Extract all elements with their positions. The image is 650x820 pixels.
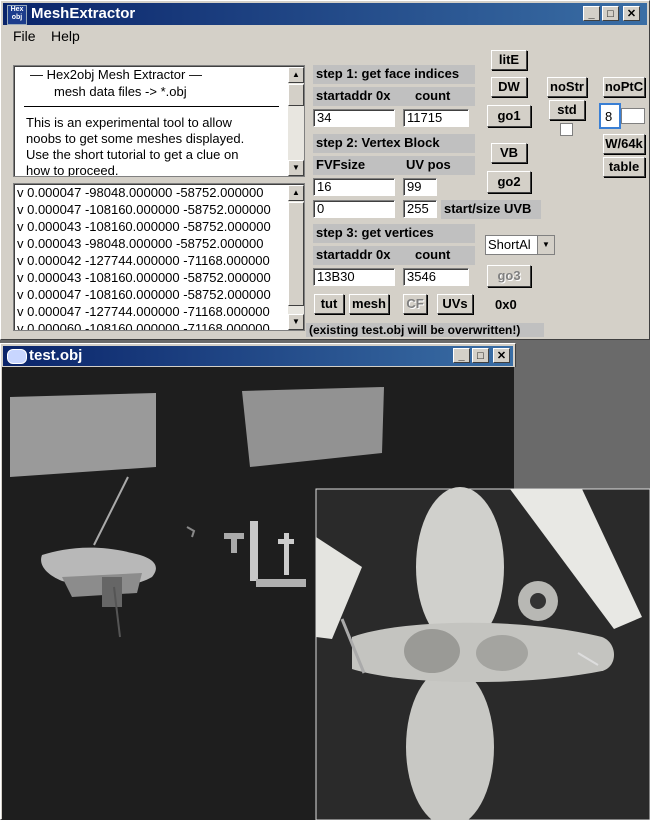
value-8-input[interactable]: 8	[599, 103, 621, 129]
go1-button[interactable]: go1	[487, 105, 531, 127]
minimize-icon[interactable]: _	[453, 348, 470, 363]
inset-view	[315, 487, 650, 820]
step1-col2-label: count	[409, 87, 475, 106]
vertex-listbox[interactable]: v 0.000047 -98048.000000 -58752.000000 v …	[13, 183, 305, 331]
menu-help[interactable]: Help	[51, 28, 80, 44]
uv-size-input[interactable]: 255	[403, 200, 437, 218]
menu-file[interactable]: File	[13, 28, 36, 44]
obj-file-icon	[7, 349, 27, 364]
hex-readout: 0x0	[495, 297, 517, 312]
tut-button[interactable]: tut	[314, 294, 344, 314]
menubar: File Help	[3, 25, 647, 45]
uvpos-input[interactable]: 99	[403, 178, 437, 196]
table-button[interactable]: table	[603, 157, 645, 177]
vertex-line: v 0.000043 -98048.000000 -58752.000000	[17, 236, 264, 251]
3d-viewport[interactable]	[2, 367, 650, 820]
info-line: how to proceed.	[26, 163, 119, 177]
close-icon[interactable]: ✕	[623, 6, 640, 21]
vertex-line: v 0.000047 -98048.000000 -58752.000000	[17, 185, 264, 200]
app-icon: Hex obj	[7, 5, 27, 25]
vertex-line: v 0.000042 -127744.000000 -71168.000000	[17, 253, 270, 268]
go3-button[interactable]: go3	[487, 265, 531, 287]
vertex-line: v 0.000047 -127744.000000 -71168.000000	[17, 304, 270, 319]
vertex-line: v 0.000060 -108160.000000 -71168.000000	[17, 321, 270, 330]
info-header2: mesh data files -> *.obj	[54, 84, 187, 99]
vertex-line: v 0.000047 -108160.000000 -58752.000000	[17, 202, 271, 217]
main-window: Hex obj MeshExtractor _ □ ✕ File Help — …	[0, 0, 650, 340]
info-header1: — Hex2obj Mesh Extractor —	[30, 67, 202, 82]
dropdown-arrow-icon[interactable]: ▼	[537, 236, 554, 254]
vertex-line: v 0.000043 -108160.000000 -58752.000000	[17, 219, 271, 234]
window-title: MeshExtractor	[31, 5, 136, 22]
vertex-startaddr-input[interactable]: 13B30	[313, 268, 395, 286]
scroll-down-icon[interactable]: ▼	[288, 160, 304, 176]
overwrite-warning: (existing test.obj will be overwritten!)	[306, 323, 544, 337]
scroll-up-icon[interactable]: ▲	[288, 185, 304, 201]
scroll-thumb[interactable]	[288, 84, 304, 106]
info-divider	[24, 106, 279, 107]
std-button[interactable]: std	[549, 100, 585, 120]
info-line: Use the short tutorial to get a clue on	[26, 147, 239, 162]
w64k-button[interactable]: W/64k	[603, 134, 645, 154]
floor-panel-left	[10, 393, 156, 477]
std-checkbox[interactable]	[560, 123, 573, 136]
dw-button[interactable]: DW	[491, 77, 527, 97]
maximize-icon[interactable]: □	[472, 348, 489, 363]
step3-col2-label: count	[409, 246, 475, 265]
step2-col2-label: UV pos	[403, 156, 475, 175]
vb-button[interactable]: VB	[491, 143, 527, 163]
scroll-down-icon[interactable]: ▼	[288, 314, 304, 330]
vertex-line: v 0.000043 -108160.000000 -58752.000000	[17, 270, 271, 285]
desktop-area	[514, 367, 650, 489]
minimize-icon[interactable]: _	[583, 6, 600, 21]
noptc-button[interactable]: noPtC	[603, 77, 645, 97]
info-line: noobs to get some meshes displayed.	[26, 131, 245, 146]
lite-button[interactable]: litE	[491, 50, 527, 70]
nostr-button[interactable]: noStr	[547, 77, 587, 97]
vertex-count-input[interactable]: 3546	[403, 268, 469, 286]
viewer-title: test.obj	[29, 347, 83, 364]
main-titlebar[interactable]: Hex obj MeshExtractor _ □ ✕	[3, 3, 647, 25]
vertex-scrollbar[interactable]: ▲ ▼	[288, 185, 304, 330]
face-startaddr-input[interactable]: 34	[313, 109, 395, 127]
uv-start-input[interactable]: 0	[313, 200, 395, 218]
info-line: This is an experimental tool to allow	[26, 115, 232, 130]
go2-button[interactable]: go2	[487, 171, 531, 193]
mesh-button[interactable]: mesh	[349, 294, 389, 314]
step1-title: step 1: get face indices	[313, 65, 475, 84]
fvfsize-input[interactable]: 16	[313, 178, 395, 196]
step3-title: step 3: get vertices	[313, 224, 475, 243]
maximize-icon[interactable]: □	[602, 6, 619, 21]
cf-button[interactable]: CF	[403, 294, 427, 314]
vertex-line: v 0.000047 -108160.000000 -58752.000000	[17, 287, 271, 302]
step2-title: step 2: Vertex Block	[313, 134, 475, 153]
info-scrollbar[interactable]: ▲ ▼	[288, 67, 304, 176]
floor-panel-right	[242, 387, 384, 467]
info-textbox[interactable]: — Hex2obj Mesh Extractor — mesh data fil…	[13, 65, 305, 177]
face-count-input[interactable]: 11715	[403, 109, 469, 127]
scroll-thumb[interactable]	[288, 202, 304, 306]
close-icon[interactable]: ✕	[493, 348, 510, 363]
uvs-button[interactable]: UVs	[437, 294, 473, 314]
shortal-select[interactable]: ShortAl ▼	[485, 235, 555, 255]
shortal-value: ShortAl	[488, 237, 531, 252]
value-8-extension	[621, 108, 645, 124]
viewer-titlebar[interactable]: test.obj _ □ ✕	[3, 346, 513, 366]
scroll-up-icon[interactable]: ▲	[288, 67, 304, 83]
value-8-text: 8	[605, 109, 613, 124]
vertex-list: v 0.000047 -98048.000000 -58752.000000 v …	[17, 184, 287, 330]
uv-start-size-label: start/size UVB	[441, 200, 541, 219]
